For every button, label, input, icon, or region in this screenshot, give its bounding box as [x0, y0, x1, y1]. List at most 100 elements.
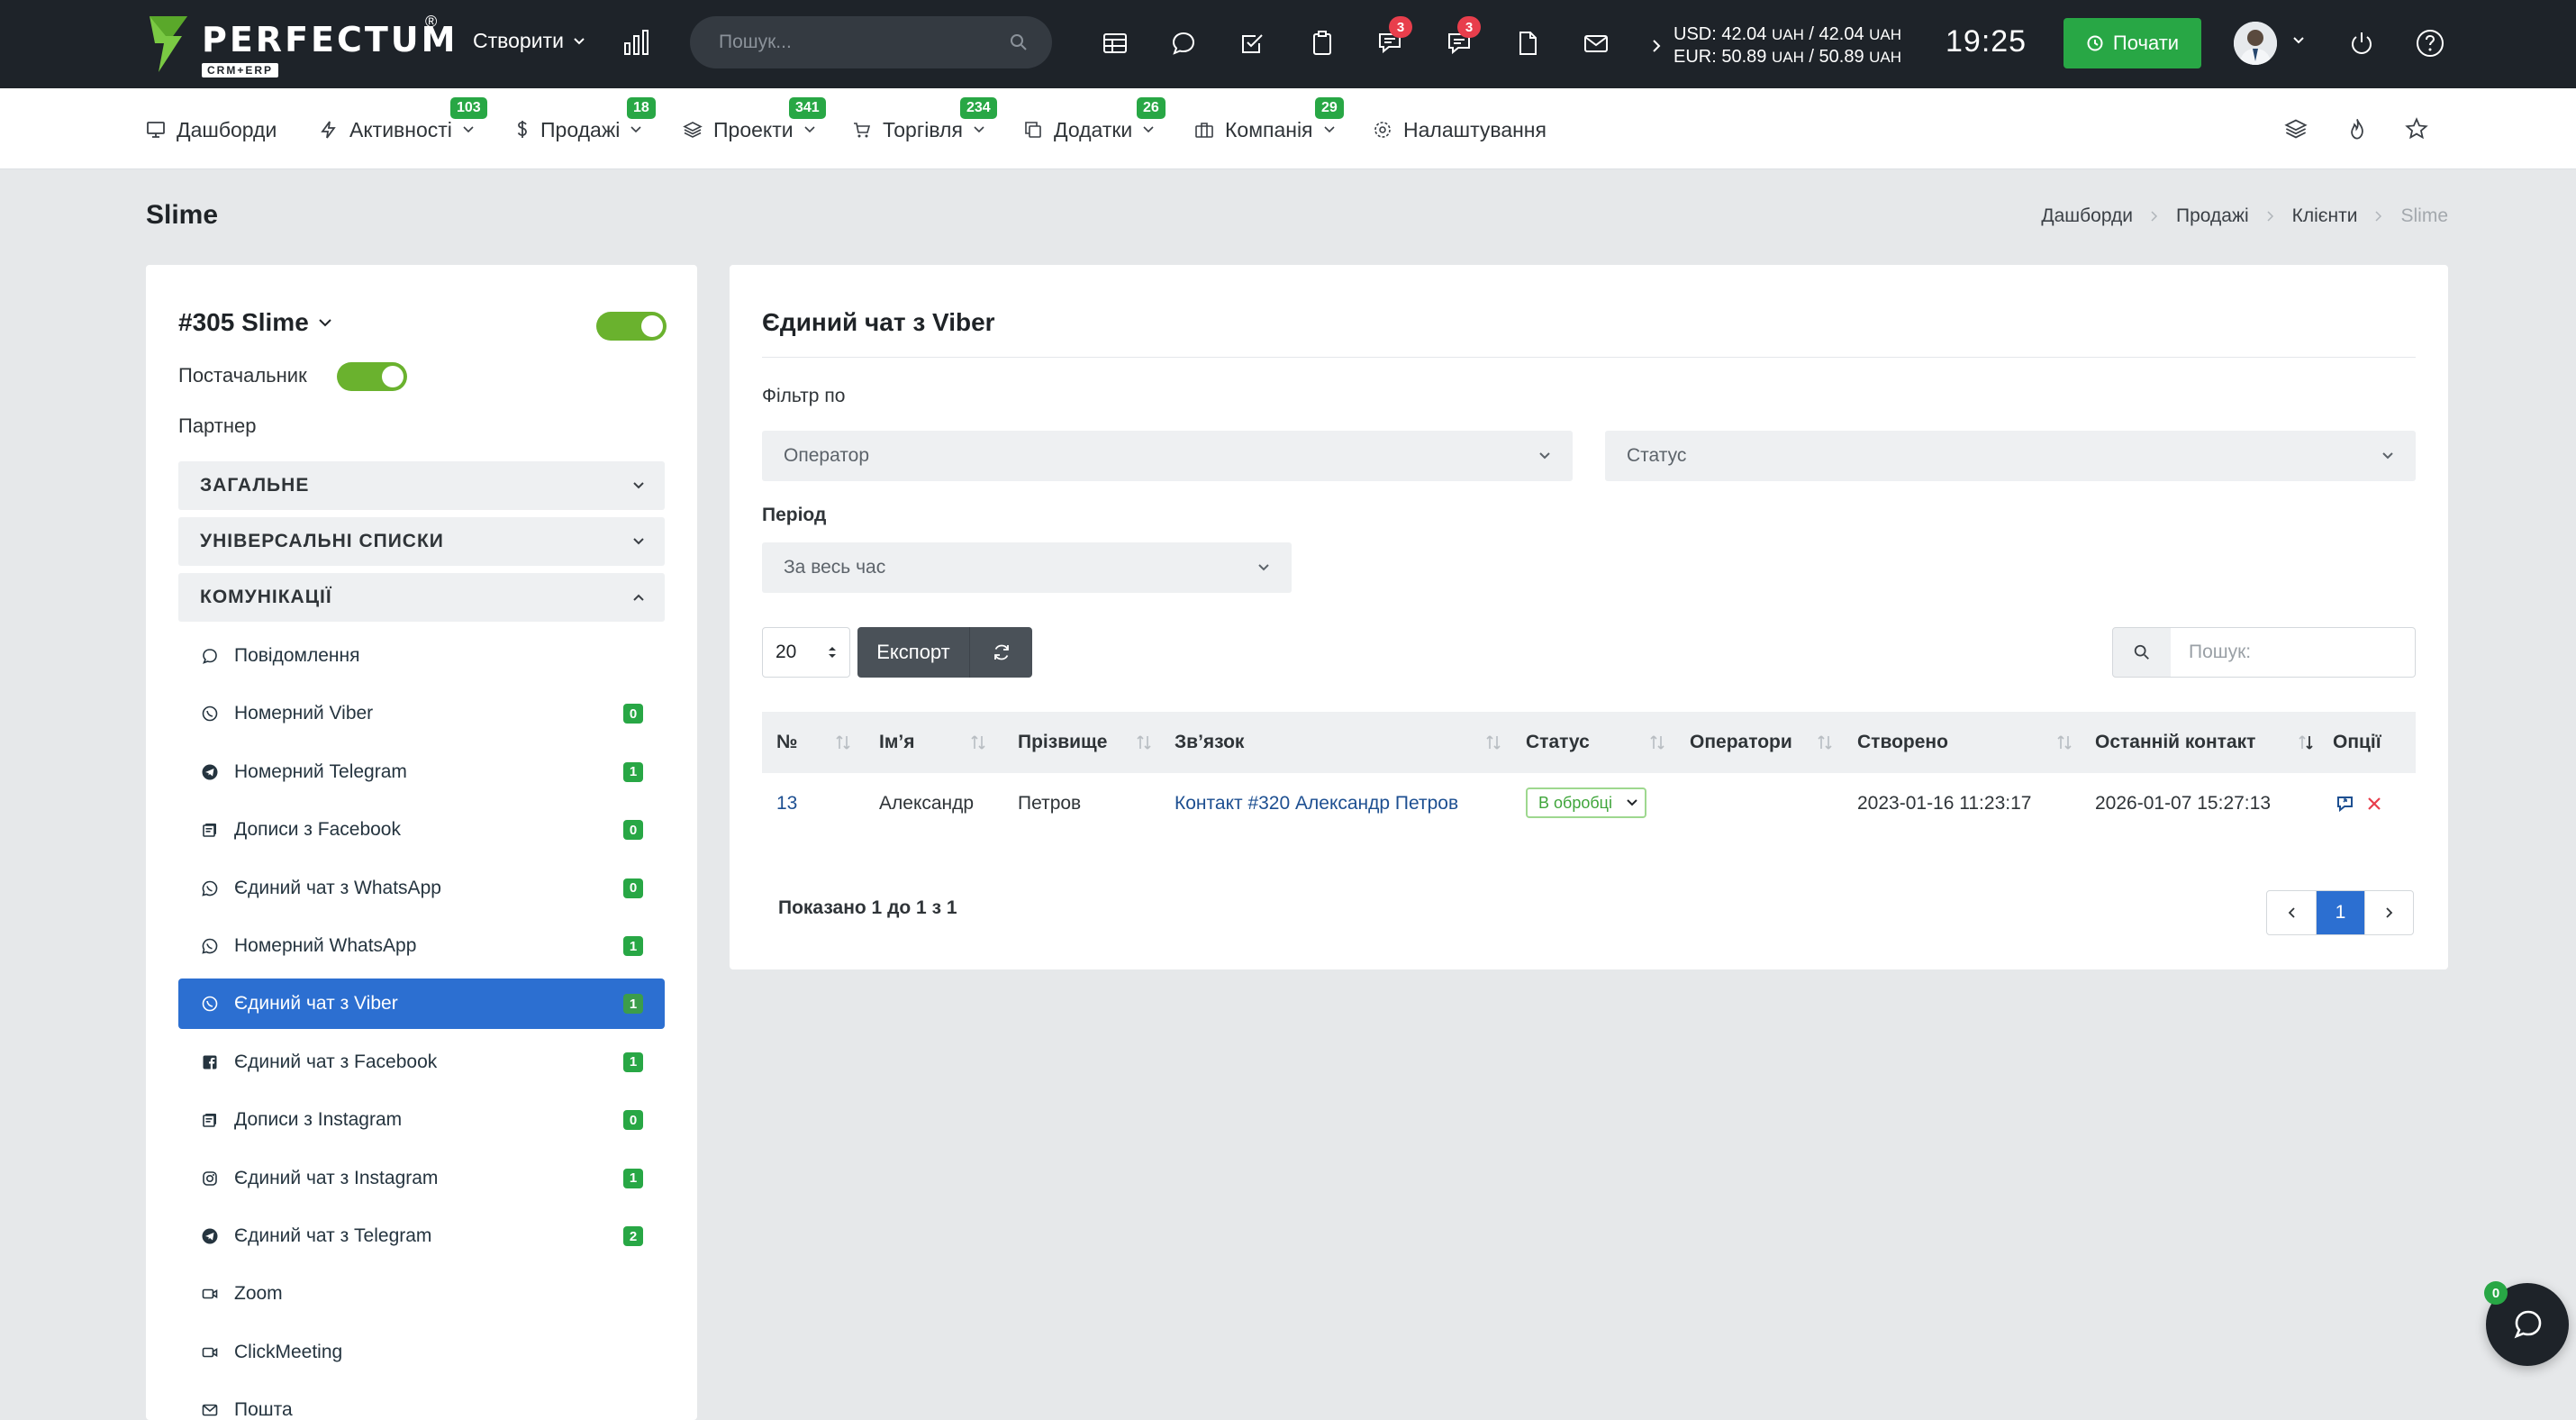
period-select[interactable]: За весь час: [762, 542, 1292, 593]
pagination: 1: [2266, 890, 2414, 935]
breadcrumb-item[interactable]: Дашборди: [2041, 205, 2133, 227]
menu-item[interactable]: Zoom: [178, 1269, 665, 1319]
nav-trade[interactable]: Торгівля 234: [852, 97, 997, 144]
clipboard-icon[interactable]: [1304, 25, 1340, 61]
sort-icon[interactable]: [1133, 732, 1155, 753]
brand-sub: CRM+ERP: [202, 63, 279, 77]
sort-desc-icon[interactable]: [2295, 732, 2317, 753]
brand-registered-mark: ®: [425, 13, 438, 31]
nav-projects[interactable]: Проекти 341: [683, 97, 826, 144]
layers-icon[interactable]: [2284, 117, 2308, 141]
nav-sales[interactable]: Продажі 18: [515, 97, 656, 144]
nav-addons[interactable]: Додатки 26: [1023, 97, 1166, 144]
tasks-icon[interactable]: [1234, 25, 1270, 61]
mail-icon[interactable]: [1578, 25, 1614, 61]
menu-item[interactable]: Єдиний чат з Instagram 1: [178, 1153, 665, 1204]
sort-icon[interactable]: [1483, 732, 1504, 753]
section-communications[interactable]: КОМУНІКАЦІЇ: [178, 573, 665, 622]
cart-icon: [852, 120, 872, 140]
viber-icon: [200, 995, 220, 1013]
menu-item[interactable]: Єдиний чат з Facebook 1: [178, 1037, 665, 1088]
menu-item-label: Повідомлення: [234, 645, 360, 666]
refresh-button[interactable]: [969, 627, 1032, 678]
menu-item[interactable]: Пошта: [178, 1385, 665, 1420]
col-contact[interactable]: Зв’язок: [1175, 712, 1244, 773]
fire-icon[interactable]: [2345, 117, 2369, 141]
calendar-table-icon[interactable]: [1097, 25, 1133, 61]
client-active-toggle[interactable]: [596, 312, 667, 341]
operator-select[interactable]: Оператор: [762, 431, 1573, 481]
page-size-select[interactable]: 20: [762, 627, 850, 678]
chat-bubble-icon[interactable]: [1166, 25, 1202, 61]
page-button-current[interactable]: 1: [2316, 891, 2364, 934]
menu-item[interactable]: Єдиний чат з Telegram 2: [178, 1211, 665, 1261]
delete-icon[interactable]: [2365, 795, 2383, 813]
open-chat-icon[interactable]: [2335, 793, 2356, 815]
menu-item[interactable]: Дописи з Facebook 0: [178, 805, 665, 855]
col-created[interactable]: Створено: [1857, 712, 1948, 773]
messages-icon[interactable]: 3: [1441, 16, 1481, 61]
col-number[interactable]: №: [776, 712, 797, 773]
menu-item-label: Пошта: [234, 1399, 293, 1420]
client-title-text: #305 Slime: [178, 308, 309, 336]
sort-icon[interactable]: [2054, 732, 2075, 753]
sort-icon[interactable]: [1814, 732, 1836, 753]
create-dropdown[interactable]: Створити: [473, 29, 585, 53]
next-page-button[interactable]: [2364, 891, 2413, 934]
prev-page-button[interactable]: [2267, 891, 2316, 934]
chevron-down-icon: [632, 481, 645, 490]
export-button[interactable]: Експорт: [857, 627, 969, 678]
menu-item[interactable]: Єдиний чат з Viber 1: [178, 979, 665, 1030]
menu-item[interactable]: Дописи з Instagram 0: [178, 1095, 665, 1145]
logo[interactable]: PERFECTUM ® CRM+ERP: [146, 13, 455, 77]
section-general[interactable]: ЗАГАЛЬНЕ: [178, 461, 665, 510]
supplier-toggle[interactable]: [337, 362, 407, 391]
document-icon[interactable]: [1510, 25, 1546, 61]
sort-icon[interactable]: [1646, 732, 1668, 753]
menu-item-badge: 0: [623, 878, 643, 898]
help-icon[interactable]: [2412, 25, 2448, 61]
nav-company[interactable]: Компанія 29: [1194, 97, 1344, 144]
start-timer-button[interactable]: Почати: [2064, 18, 2201, 68]
menu-item[interactable]: Номерний Telegram 1: [178, 747, 665, 797]
nav-label: Проекти: [713, 117, 794, 141]
global-search-input[interactable]: [719, 32, 1009, 53]
row-number-link[interactable]: 13: [776, 773, 797, 834]
col-status[interactable]: Статус: [1526, 712, 1590, 773]
search-icon[interactable]: [1009, 32, 1029, 52]
discussion-icon[interactable]: 3: [1373, 16, 1412, 61]
chevron-down-icon[interactable]: [2292, 36, 2305, 45]
menu-item[interactable]: Повідомлення: [178, 631, 665, 681]
table-search-input[interactable]: [2171, 627, 2416, 678]
row-status-select[interactable]: В обробці: [1526, 787, 1646, 818]
sort-icon[interactable]: [967, 732, 989, 753]
col-first-name[interactable]: Ім’я: [879, 712, 914, 773]
client-title[interactable]: #305 Slime: [178, 308, 332, 337]
breadcrumb-item[interactable]: Клієнти: [2292, 205, 2358, 227]
cell-contact-link[interactable]: Контакт #320 Александр Петров: [1175, 773, 1458, 834]
nav-dashboards[interactable]: Дашборди: [146, 115, 277, 144]
section-universal-lists[interactable]: УНІВЕРСАЛЬНІ СПИСКИ: [178, 517, 665, 566]
col-operators[interactable]: Оператори: [1690, 712, 1792, 773]
menu-item[interactable]: Єдиний чат з WhatsApp 0: [178, 863, 665, 914]
col-last-name[interactable]: Прізвище: [1018, 712, 1107, 773]
currency-rates[interactable]: USD: 42.04 UAH / 42.04 UAH EUR: 50.89 UA…: [1652, 23, 1901, 68]
col-last-contact[interactable]: Останній контакт: [2095, 712, 2255, 773]
nav-activities[interactable]: Активності 103: [319, 97, 487, 144]
messages-badge: 3: [1457, 16, 1481, 38]
nav-settings[interactable]: Налаштування: [1373, 115, 1547, 144]
sort-icon[interactable]: [832, 732, 854, 753]
table-search-button[interactable]: [2112, 627, 2172, 678]
global-search[interactable]: [690, 16, 1052, 68]
menu-item[interactable]: Номерний WhatsApp 1: [178, 921, 665, 971]
menu-item[interactable]: Номерний Viber 0: [178, 688, 665, 739]
nav-label: Продажі: [540, 117, 621, 141]
star-icon[interactable]: [2405, 117, 2428, 141]
menu-item-label: Номерний Viber: [234, 703, 374, 724]
breadcrumb-item[interactable]: Продажі: [2176, 205, 2249, 227]
avatar[interactable]: [2234, 22, 2277, 65]
status-filter-select[interactable]: Статус: [1605, 431, 2416, 481]
menu-item[interactable]: ClickMeeting: [178, 1327, 665, 1378]
stats-icon[interactable]: [621, 27, 652, 58]
power-icon[interactable]: [2344, 25, 2380, 61]
